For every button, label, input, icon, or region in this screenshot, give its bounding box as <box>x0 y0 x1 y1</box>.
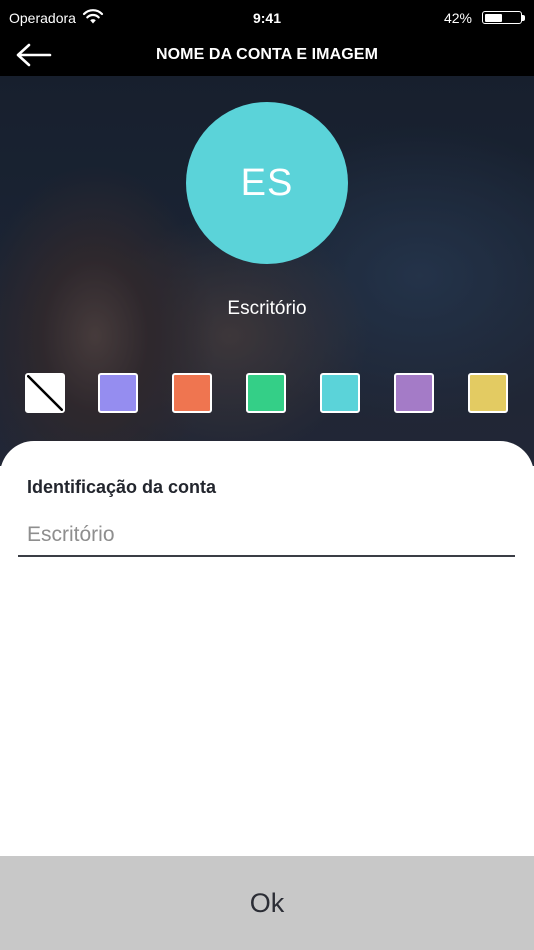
swatch-turquoise[interactable] <box>320 373 360 413</box>
color-picker <box>0 373 534 415</box>
status-bar: Operadora 9:41 42% <box>0 0 534 36</box>
page-title: NOME DA CONTA E IMAGEM <box>155 46 379 63</box>
swatch-mustard[interactable] <box>468 373 508 413</box>
ok-button[interactable]: Ok <box>0 856 534 950</box>
avatar-initials: ES <box>240 161 294 204</box>
account-id-label: Identificação da conta <box>27 477 217 497</box>
form-sheet: Identificação da conta <box>0 441 534 856</box>
swatch-lavender[interactable] <box>98 373 138 413</box>
avatar[interactable]: ES <box>186 102 348 264</box>
swatch-coral[interactable] <box>172 373 212 413</box>
navigation-bar: NOME DA CONTA E IMAGEM <box>0 36 534 76</box>
battery-percentage: 42% <box>443 10 472 26</box>
swatch-none[interactable] <box>25 373 65 413</box>
ok-button-label: Ok <box>249 887 285 918</box>
swatch-purple[interactable] <box>394 373 434 413</box>
swatch-green[interactable] <box>246 373 286 413</box>
battery-tip <box>522 15 525 21</box>
account-name: Escritório <box>227 298 307 319</box>
battery-icon <box>482 11 522 24</box>
account-id-input[interactable] <box>18 515 515 557</box>
